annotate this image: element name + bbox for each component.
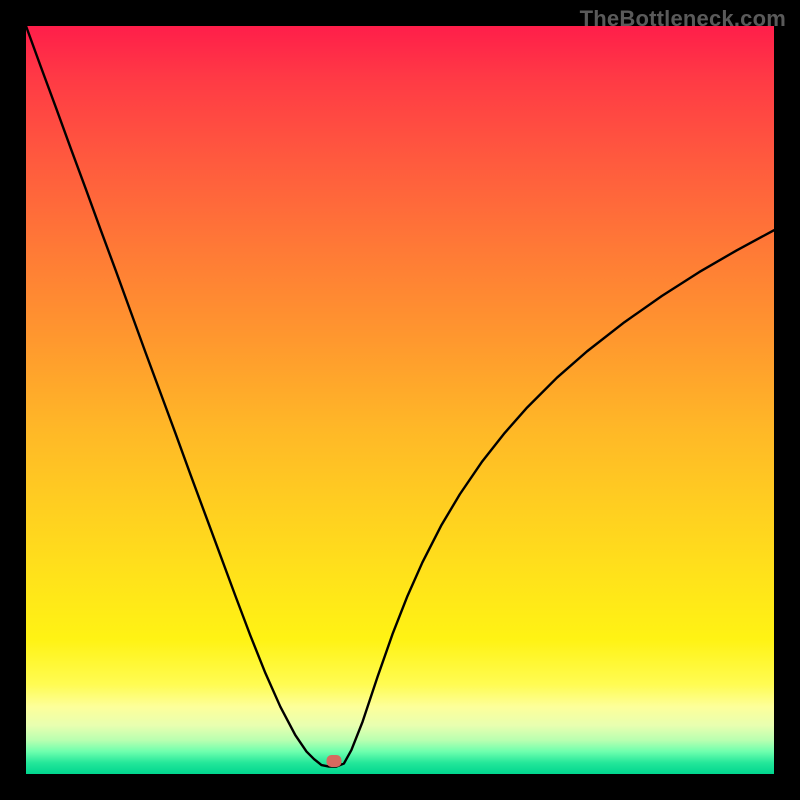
chart-frame: TheBottleneck.com — [0, 0, 800, 800]
result-marker — [327, 755, 342, 767]
plot-area — [26, 26, 774, 774]
watermark-text: TheBottleneck.com — [580, 6, 786, 32]
